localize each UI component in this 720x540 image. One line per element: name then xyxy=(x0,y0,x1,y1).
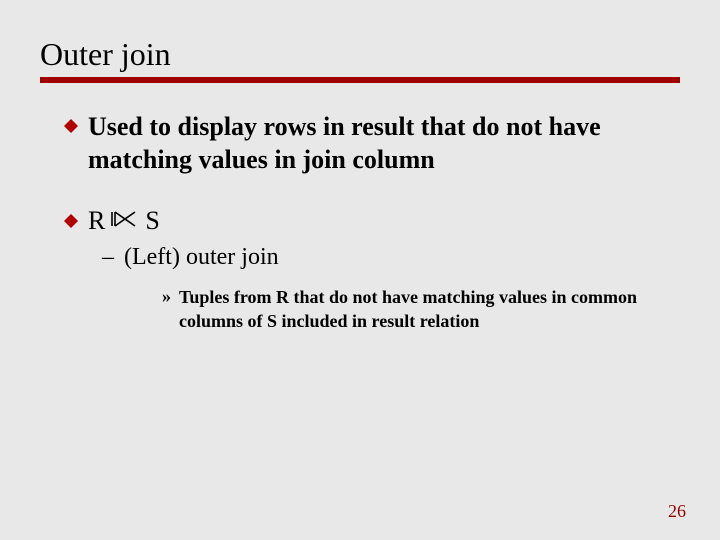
sub-sub-bullet-text: Tuples from R that do not have matching … xyxy=(179,285,659,334)
bullet-item: Used to display rows in result that do n… xyxy=(64,111,680,176)
dash-row: – (Left) outer join xyxy=(102,242,680,273)
page-number: 26 xyxy=(668,501,686,522)
dbl-row: » Tuples from R that do not have matchin… xyxy=(162,285,680,334)
slide-title: Outer join xyxy=(40,36,680,83)
sub-sub-bullet: » Tuples from R that do not have matchin… xyxy=(162,285,680,334)
double-angle-bullet-icon: » xyxy=(162,285,171,308)
left-outer-join-icon xyxy=(111,206,139,236)
bullet-row: Used to display rows in result that do n… xyxy=(64,111,680,176)
sub-bullet: – (Left) outer join » Tuples from R that… xyxy=(102,242,680,334)
relation-r: R xyxy=(88,206,105,236)
diamond-bullet-icon xyxy=(64,119,78,133)
bullet-row: R S xyxy=(64,206,680,236)
diamond-bullet-icon xyxy=(64,214,78,228)
outer-join-expression: R S xyxy=(88,206,160,236)
dash-bullet-icon: – xyxy=(102,242,114,273)
slide: Outer join Used to display rows in resul… xyxy=(0,0,720,540)
bullet-item: R S – (Left) outer join xyxy=(64,206,680,334)
sub-bullet-text: (Left) outer join xyxy=(124,242,279,273)
relation-s: S xyxy=(145,206,159,236)
bullet-text: Used to display rows in result that do n… xyxy=(88,111,680,176)
